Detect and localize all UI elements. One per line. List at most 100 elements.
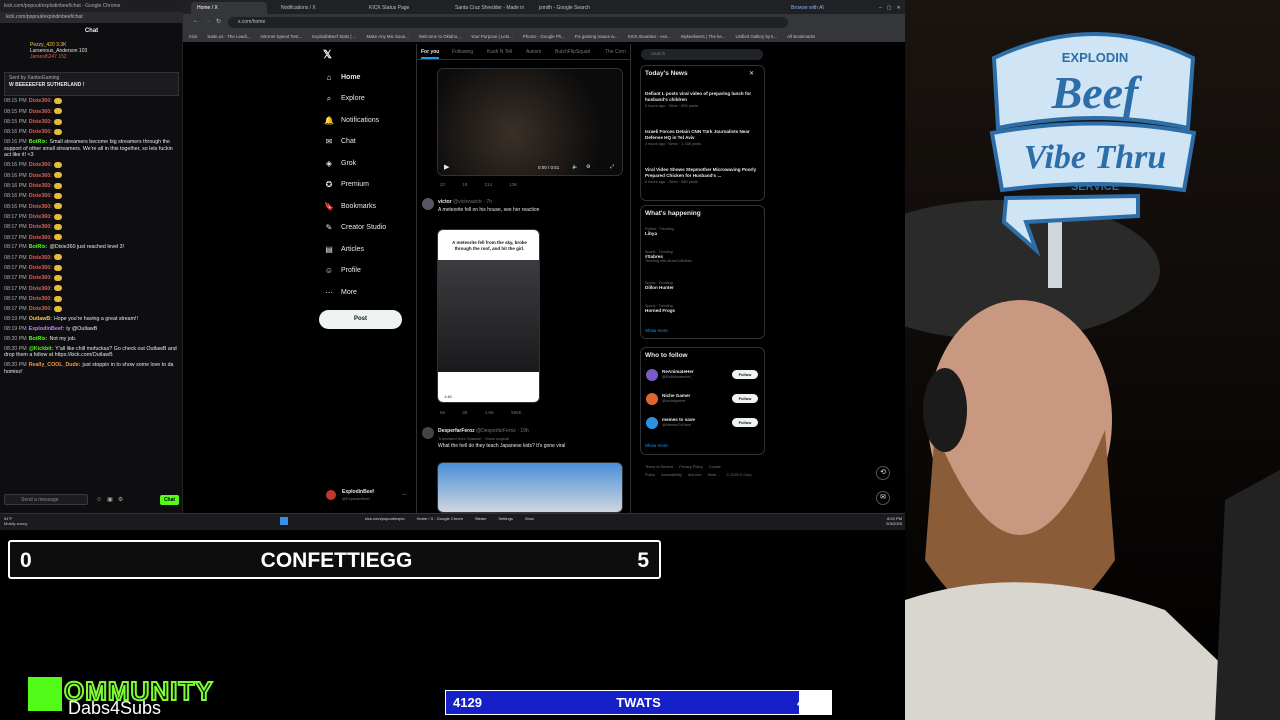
chat-tool-icons[interactable]: ☺▣⚙ [96, 496, 156, 505]
chat-send-button[interactable]: Chat [160, 495, 179, 505]
nav-profile[interactable]: ☺ Profile [324, 264, 361, 278]
footer-link[interactable]: Privacy Policy [679, 465, 703, 469]
tweet-image[interactable] [437, 462, 623, 513]
tab-home-x[interactable]: Home / X [191, 2, 267, 14]
bookmark-item[interactable]: Kick [189, 34, 197, 39]
chat-username[interactable]: Dixie360: [29, 109, 52, 115]
translated-note[interactable]: Translated from Spanish · Show original [438, 436, 509, 441]
search-input[interactable]: Search [641, 49, 763, 60]
volume-icon[interactable]: 🔈 [572, 164, 578, 170]
reply-count[interactable]: 66 [440, 410, 445, 415]
tab-santa-cruz[interactable]: Santa Cruz Shredder - Made in [449, 2, 529, 14]
play-icon[interactable]: ▶ [444, 163, 449, 171]
bookmark-item[interactable]: Unified Gallery by k... [735, 34, 777, 39]
window-controls[interactable]: –▢✕ [873, 2, 903, 14]
follow-suggestion[interactable]: Niche Gamer @nichegamer Follow [645, 391, 763, 409]
gift-icon[interactable]: ▣ [107, 497, 118, 503]
settings-icon[interactable]: ⚙ [118, 497, 128, 503]
nav-home[interactable]: ⌂ Home [324, 70, 361, 84]
footer-link[interactable]: Terms of Service [645, 465, 673, 469]
chat-url-bar[interactable]: kick.com/popout/explodinbeef/chat [0, 12, 183, 23]
bookmark-item[interactable]: ExplodinBeef Stats | ... [312, 34, 356, 39]
chat-username[interactable]: BotRix: [29, 139, 48, 145]
footer-link[interactable]: Accessibility [661, 473, 682, 477]
nav-chat[interactable]: ✉ Chat [324, 135, 356, 149]
tab-for-you[interactable]: For you [421, 49, 440, 59]
taskbar-app[interactable]: Xbox [525, 516, 534, 521]
chat-username[interactable]: BotRix: [29, 244, 48, 250]
address-bar[interactable]: x.com/home [228, 17, 788, 28]
follow-button[interactable]: Follow [732, 394, 758, 403]
trend-item[interactable]: Sports · Trending #Sabres Trending with #L… [645, 250, 760, 263]
taskbar-clock[interactable]: 8:20 PM 5/3/2025 [862, 516, 902, 528]
follow-button[interactable]: Follow [732, 418, 758, 427]
follow-suggestion[interactable]: memes to save @MemesToSave Follow [645, 415, 763, 433]
bookmark-item[interactable]: Make Any Mic Soun... [366, 34, 408, 39]
chat-username[interactable]: Dixie360: [29, 296, 52, 302]
more-icon[interactable]: … [402, 491, 407, 497]
taskbar-app[interactable]: kick.com/popout/explo [365, 516, 405, 521]
news-item[interactable]: Defiant L posts viral video of preparing… [645, 91, 760, 109]
tab-notifications-x[interactable]: Notifications / X [275, 2, 355, 14]
chat-username[interactable]: Dixie360: [29, 162, 52, 168]
tab-autism[interactable]: Autism [526, 49, 541, 55]
follow-button[interactable]: Follow [732, 370, 758, 379]
chat-username[interactable]: Dixie360: [29, 286, 52, 292]
chat-username[interactable]: Dixie360: [29, 235, 52, 241]
bookmark-item[interactable]: KICK Bounties - exe... [628, 34, 671, 39]
news-item[interactable]: Israeli Forces Detain CNN Türk Journalis… [645, 129, 760, 147]
bookmark-item[interactable]: Photos - Google Ph... [523, 34, 565, 39]
avatar[interactable] [422, 198, 434, 210]
nav-creator-studio[interactable]: ✎ Creator Studio [324, 221, 387, 235]
back-icon[interactable]: ← [193, 18, 199, 24]
follow-show-more-link[interactable]: Show more [645, 443, 668, 448]
chat-username[interactable]: Dixie360: [29, 183, 52, 189]
taskbar-app[interactable]: Home / X - Google Chrom [417, 516, 463, 521]
tweet-video[interactable]: ▶ 0:00 / 0:51 🔈 ⚙ ⤢ [437, 68, 623, 176]
chat-username[interactable]: BotRix: [29, 336, 48, 342]
reload-icon[interactable]: ↻ [216, 18, 221, 25]
all-bookmarks[interactable]: All Bookmarks [787, 34, 815, 39]
footer-link[interactable]: © 2025 X Corp. [726, 473, 752, 477]
tweet-author[interactable]: victor [438, 199, 452, 205]
like-count[interactable]: 214 [485, 182, 493, 187]
trends-show-more-link[interactable]: Show more [645, 328, 668, 333]
chat-username[interactable]: OutlawB: [29, 316, 52, 322]
weather-widget[interactable]: 54°F Mostly sunny [4, 516, 44, 528]
bookmark-item[interactable]: Mykeefaerts | The ke... [681, 34, 726, 39]
nav-more[interactable]: ⋯ More [324, 285, 357, 299]
taskbar-app[interactable]: Settings [498, 516, 512, 521]
chat-username[interactable]: Dixie360: [29, 306, 52, 312]
chat-username[interactable]: ExplodinBeef: [29, 326, 65, 332]
browse-with-ai-button[interactable]: Browse with AI [785, 2, 841, 14]
tweet-image[interactable]: A meteorite fell from the sky, broke thr… [437, 229, 540, 403]
nav-articles[interactable]: ▤ Articles [324, 242, 364, 256]
bookmark-item[interactable]: Sade.us - The Leadi... [207, 34, 250, 39]
avatar[interactable] [422, 427, 434, 439]
footer-link[interactable]: More ... [708, 473, 721, 477]
chat-username[interactable]: Dixie360: [29, 275, 52, 281]
chat-username[interactable]: Dixie360: [29, 193, 52, 199]
close-icon[interactable]: ✕ [749, 70, 754, 77]
nav-grok[interactable]: ◈ Grok [324, 156, 356, 170]
chat-username[interactable]: Dixie360: [29, 129, 52, 135]
nav-notifications[interactable]: 🔔 Notifications [324, 113, 379, 127]
emote-icon[interactable]: ☺ [96, 497, 107, 503]
news-item[interactable]: Viral Video Shows Stepmother Microwaving… [645, 167, 760, 185]
tab-google-search[interactable]: jsmith - Google Search [533, 2, 617, 14]
grok-icon[interactable]: ⟲ [876, 466, 890, 480]
like-count[interactable]: 4.6K [485, 410, 494, 415]
tab-the-corn[interactable]: The Corn [605, 49, 626, 55]
forward-icon[interactable]: → [205, 18, 211, 24]
chat-username[interactable]: @Kickbit: [29, 346, 54, 352]
repost-count[interactable]: 18 [462, 182, 467, 187]
messages-icon[interactable]: ✉ [876, 491, 890, 505]
repost-count[interactable]: 39 [462, 410, 467, 415]
chat-username[interactable]: Dixie360: [29, 224, 52, 230]
trend-item[interactable]: Sports · Trending Horned Frogs [645, 304, 760, 313]
chat-username[interactable]: Dixie360: [29, 255, 52, 261]
nav-premium[interactable]: ✪ Premium [324, 178, 369, 192]
tab-following[interactable]: Following [452, 49, 473, 55]
account-switcher[interactable]: ExplodinBeef @ExplodinBeef … [324, 487, 414, 505]
fullscreen-icon[interactable]: ⤢ [610, 164, 614, 170]
